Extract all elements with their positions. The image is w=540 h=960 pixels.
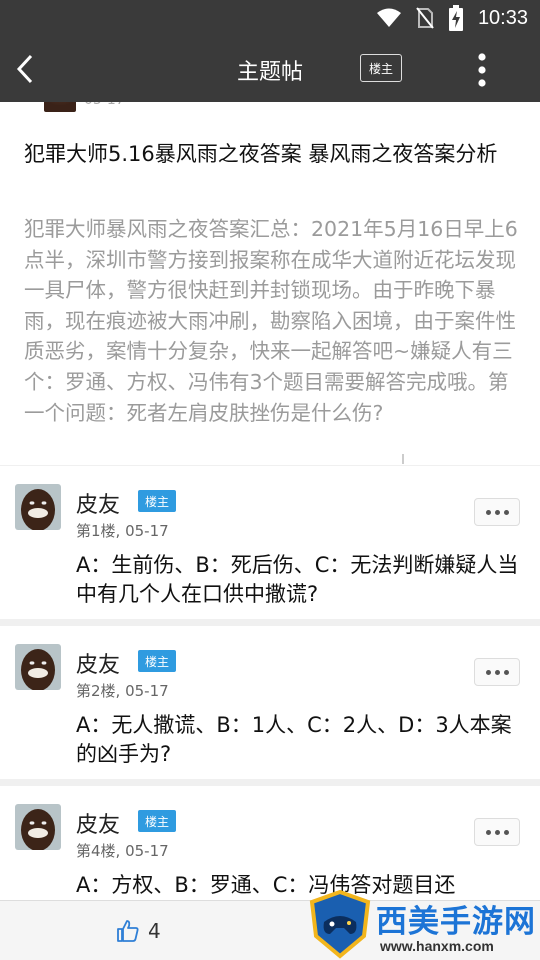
no-sim-icon bbox=[416, 7, 434, 29]
op-badge: 楼主 bbox=[138, 490, 176, 512]
reply-text: A：生前伤、B：死后伤、C：无法判断嫌疑人当中有几个人在口供中撒谎? bbox=[76, 553, 519, 606]
reply-more-button[interactable] bbox=[474, 818, 520, 846]
reply-item: 皮友 楼主 第2楼, 05-17 A：无人撒谎、B：1人、C：2人、D：3人本案… bbox=[0, 626, 540, 779]
reply-author[interactable]: 皮友 bbox=[76, 647, 120, 679]
site-watermark: 西美手游网 www.hanxm.com bbox=[304, 888, 540, 960]
more-menu-button[interactable] bbox=[472, 50, 492, 90]
reply-floor-date: 第4楼, 05-17 bbox=[76, 842, 169, 860]
avatar[interactable] bbox=[15, 484, 61, 530]
avatar[interactable] bbox=[15, 644, 61, 690]
avatar bbox=[44, 102, 76, 112]
thumbs-up-icon bbox=[117, 920, 139, 942]
avatar[interactable] bbox=[15, 804, 61, 850]
post-date: 05-17 bbox=[84, 102, 125, 108]
reply-item: 皮友 楼主 第1楼, 05-17 A：生前伤、B：死后伤、C：无法判断嫌疑人当中… bbox=[0, 466, 540, 619]
post-body: 犯罪大师暴风雨之夜答案汇总：2021年5月16日早上6点半，深圳市警方接到报案称… bbox=[24, 217, 518, 425]
shield-logo-icon bbox=[309, 889, 371, 959]
scroll-mark bbox=[402, 454, 404, 464]
status-bar: 10:33 bbox=[0, 0, 540, 36]
op-badge: 楼主 bbox=[138, 810, 176, 832]
original-post: 05-17 犯罪大师5.16暴风雨之夜答案 暴风雨之夜答案分析 犯罪大师暴风雨之… bbox=[0, 102, 540, 465]
like-button[interactable]: 4 bbox=[116, 919, 161, 943]
watermark-url: www.hanxm.com bbox=[380, 938, 494, 954]
more-vertical-icon bbox=[478, 53, 486, 87]
op-badge: 楼主 bbox=[138, 650, 176, 672]
op-only-toggle[interactable]: 楼主 bbox=[360, 54, 402, 82]
watermark-brand: 西美手游网 bbox=[376, 904, 536, 940]
status-icons: 10:33 bbox=[376, 4, 528, 32]
reply-more-button[interactable] bbox=[474, 658, 520, 686]
page-title: 主题帖 bbox=[236, 60, 303, 85]
thread-content[interactable]: 05-17 犯罪大师5.16暴风雨之夜答案 暴风雨之夜答案分析 犯罪大师暴风雨之… bbox=[0, 102, 540, 900]
more-horizontal-icon bbox=[485, 829, 491, 835]
more-horizontal-icon bbox=[485, 509, 491, 515]
post-title: 犯罪大师5.16暴风雨之夜答案 暴风雨之夜答案分析 bbox=[24, 142, 498, 166]
reply-author[interactable]: 皮友 bbox=[76, 807, 120, 839]
reply-floor-date: 第2楼, 05-17 bbox=[76, 682, 169, 700]
reply-author[interactable]: 皮友 bbox=[76, 487, 120, 519]
battery-charging-icon bbox=[448, 5, 463, 31]
like-count: 4 bbox=[148, 919, 161, 943]
clock: 10:33 bbox=[477, 6, 528, 29]
reply-more-button[interactable] bbox=[474, 498, 520, 526]
reply-item: 皮友 楼主 第4楼, 05-17 A：方权、B：罗通、C：冯伟答对题目还 bbox=[0, 786, 540, 900]
more-horizontal-icon bbox=[485, 669, 491, 675]
reply-text: A：无人撒谎、B：1人、C：2人、D：3人本案的凶手为? bbox=[76, 713, 512, 766]
top-app-bar: 主题帖 楼主 bbox=[0, 36, 540, 102]
wifi-icon bbox=[376, 8, 401, 27]
reply-floor-date: 第1楼, 05-17 bbox=[76, 522, 169, 540]
